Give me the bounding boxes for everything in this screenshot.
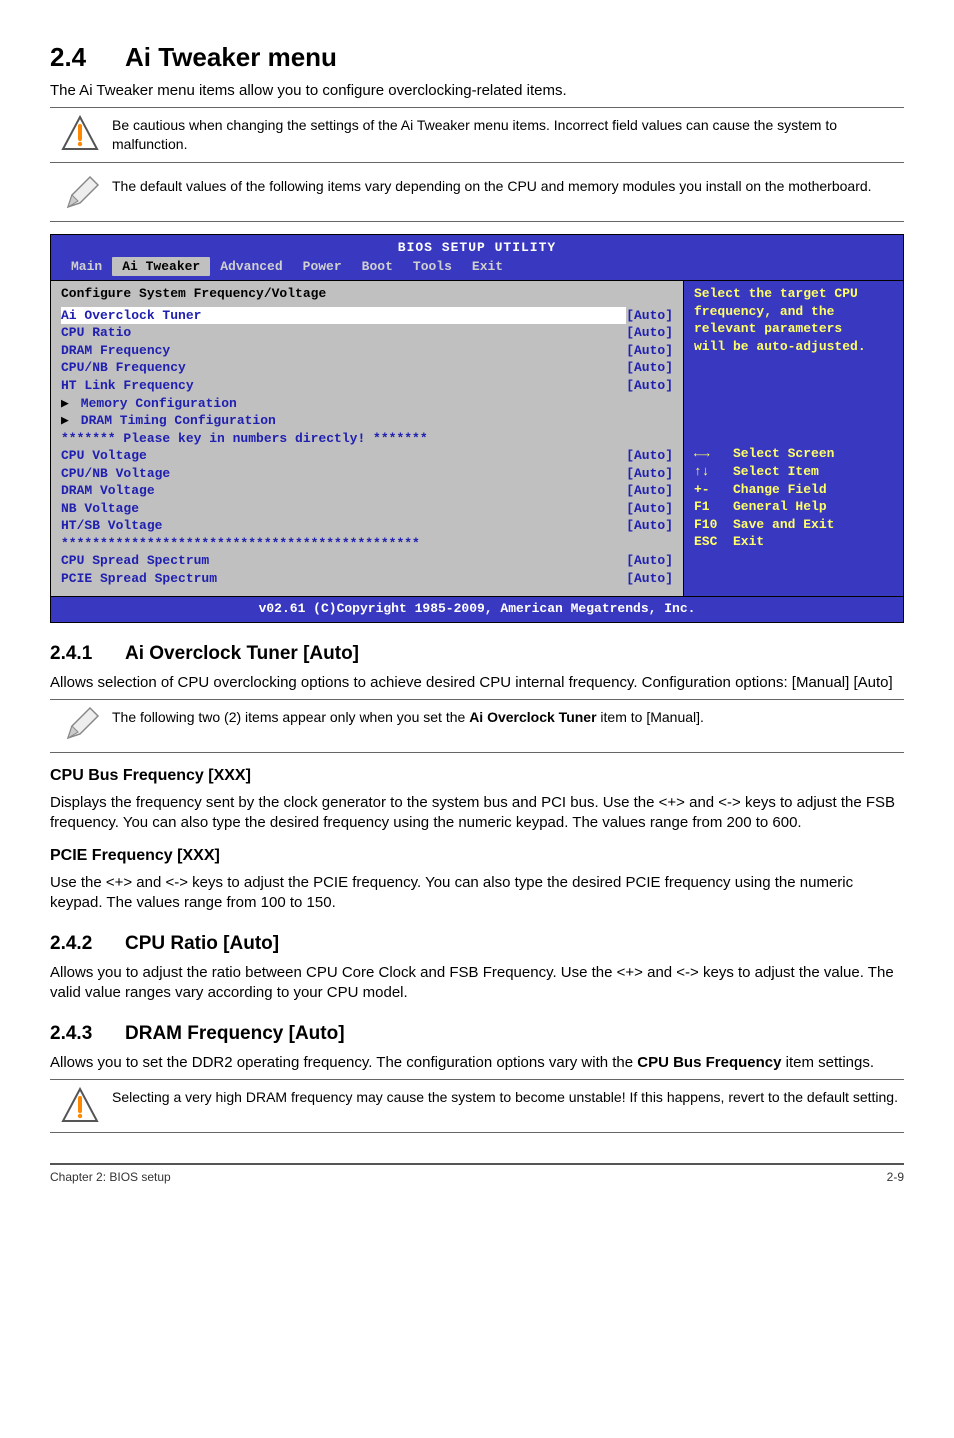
bios-help-key: ESC Exit — [694, 533, 893, 551]
bios-menu-tab[interactable]: Exit — [462, 257, 513, 277]
bios-help-key: ↑↓ Select Item — [694, 463, 893, 481]
bios-help-key: F1 General Help — [694, 498, 893, 516]
subsection-text: Allows you to adjust the ratio between C… — [50, 963, 904, 1004]
bios-menu-tab[interactable]: Ai Tweaker — [112, 257, 210, 277]
bios-help-key: ←→ Select Screen — [694, 445, 893, 463]
bios-setting-row[interactable]: ▶ DRAM Timing Configuration — [61, 412, 673, 430]
bios-setting-row[interactable]: CPU Ratio [Auto] — [61, 324, 673, 342]
warning-icon — [50, 1084, 110, 1128]
subsection-text: Allows selection of CPU overclocking opt… — [50, 673, 904, 693]
subsection-heading: 2.4.1Ai Overclock Tuner [Auto] — [50, 641, 904, 667]
item-heading: CPU Bus Frequency [XXX] — [50, 765, 904, 787]
bios-setting-row[interactable]: DRAM Frequency [Auto] — [61, 342, 673, 360]
bios-help-key: F10 Save and Exit — [694, 516, 893, 534]
pencil-icon — [50, 173, 110, 217]
subsection-title: DRAM Frequency [Auto] — [125, 1023, 345, 1044]
bios-setting-row[interactable]: DRAM Voltage [Auto] — [61, 482, 673, 500]
bios-setting-row[interactable]: CPU Voltage [Auto] — [61, 447, 673, 465]
section-number: 2.4 — [50, 40, 125, 75]
bios-setting-row[interactable]: NB Voltage [Auto] — [61, 500, 673, 518]
subsection-title: CPU Ratio [Auto] — [125, 933, 279, 954]
bios-help-text: relevant parameters — [694, 320, 893, 338]
subsection-heading: 2.4.2CPU Ratio [Auto] — [50, 931, 904, 957]
bios-menu-tab[interactable]: Boot — [352, 257, 403, 277]
bios-setting-row[interactable]: PCIE Spread Spectrum [Auto] — [61, 570, 673, 588]
subsection-heading: 2.4.3DRAM Frequency [Auto] — [50, 1021, 904, 1047]
bios-menu-tab[interactable]: Tools — [403, 257, 462, 277]
warning-icon — [50, 112, 110, 156]
bios-setting-row[interactable]: CPU Spread Spectrum [Auto] — [61, 552, 673, 570]
bios-help-key: +- Change Field — [694, 481, 893, 499]
bios-setting-row[interactable]: HT/SB Voltage [Auto] — [61, 517, 673, 535]
callout-warning: Selecting a very high DRAM frequency may… — [50, 1079, 904, 1133]
section-heading: 2.4Ai Tweaker menu — [50, 40, 904, 75]
bios-footer: v02.61 (C)Copyright 1985-2009, American … — [51, 597, 903, 623]
subsection-number: 2.4.2 — [50, 931, 125, 957]
bios-setting-row[interactable]: HT Link Frequency [Auto] — [61, 377, 673, 395]
subsection-number: 2.4.3 — [50, 1021, 125, 1047]
bios-panel: BIOS SETUP UTILITY MainAi TweakerAdvance… — [50, 234, 904, 623]
bios-title: BIOS SETUP UTILITY — [51, 235, 903, 257]
item-text: Displays the frequency sent by the clock… — [50, 793, 904, 834]
section-title: Ai Tweaker menu — [125, 42, 337, 72]
bios-setting-row: ****************************************… — [61, 535, 673, 553]
page-footer: Chapter 2: BIOS setup 2-9 — [50, 1163, 904, 1185]
callout-warning-text: Be cautious when changing the settings o… — [110, 112, 904, 158]
bios-menu-tab[interactable]: Main — [61, 257, 112, 277]
bios-help-text: Select the target CPU — [694, 285, 893, 303]
footer-left: Chapter 2: BIOS setup — [50, 1169, 171, 1185]
subsection-title: Ai Overclock Tuner [Auto] — [125, 643, 359, 664]
bios-menu-bar: MainAi TweakerAdvancedPowerBootToolsExit — [51, 257, 903, 281]
item-heading: PCIE Frequency [XXX] — [50, 845, 904, 867]
bios-help-text: frequency, and the — [694, 303, 893, 321]
callout-note: The default values of the following item… — [50, 169, 904, 222]
bios-help-text: will be auto-adjusted. — [694, 338, 893, 356]
bios-settings-pane: Configure System Frequency/Voltage Ai Ov… — [51, 281, 683, 595]
callout-note-text: The following two (2) items appear only … — [110, 704, 904, 731]
bios-setting-row: ******* Please key in numbers directly! … — [61, 430, 673, 448]
callout-warning: Be cautious when changing the settings o… — [50, 107, 904, 163]
bios-setting-row[interactable]: Ai Overclock Tuner [Auto] — [61, 307, 673, 325]
section-intro: The Ai Tweaker menu items allow you to c… — [50, 81, 904, 101]
callout-warning-text: Selecting a very high DRAM frequency may… — [110, 1084, 904, 1111]
item-text: Use the <+> and <-> keys to adjust the P… — [50, 873, 904, 914]
bios-panel-title: Configure System Frequency/Voltage — [61, 285, 673, 303]
footer-right: 2-9 — [887, 1169, 904, 1185]
bios-help-pane: Select the target CPUfrequency, and ther… — [683, 281, 903, 595]
bios-menu-tab[interactable]: Power — [293, 257, 352, 277]
bios-setting-row[interactable]: CPU/NB Voltage [Auto] — [61, 465, 673, 483]
bios-setting-row[interactable]: CPU/NB Frequency [Auto] — [61, 359, 673, 377]
callout-note-text: The default values of the following item… — [110, 173, 904, 200]
bios-menu-tab[interactable]: Advanced — [210, 257, 292, 277]
bios-setting-row[interactable]: ▶ Memory Configuration — [61, 395, 673, 413]
pencil-icon — [50, 704, 110, 748]
subsection-text: Allows you to set the DDR2 operating fre… — [50, 1053, 904, 1073]
callout-note: The following two (2) items appear only … — [50, 699, 904, 753]
subsection-number: 2.4.1 — [50, 641, 125, 667]
